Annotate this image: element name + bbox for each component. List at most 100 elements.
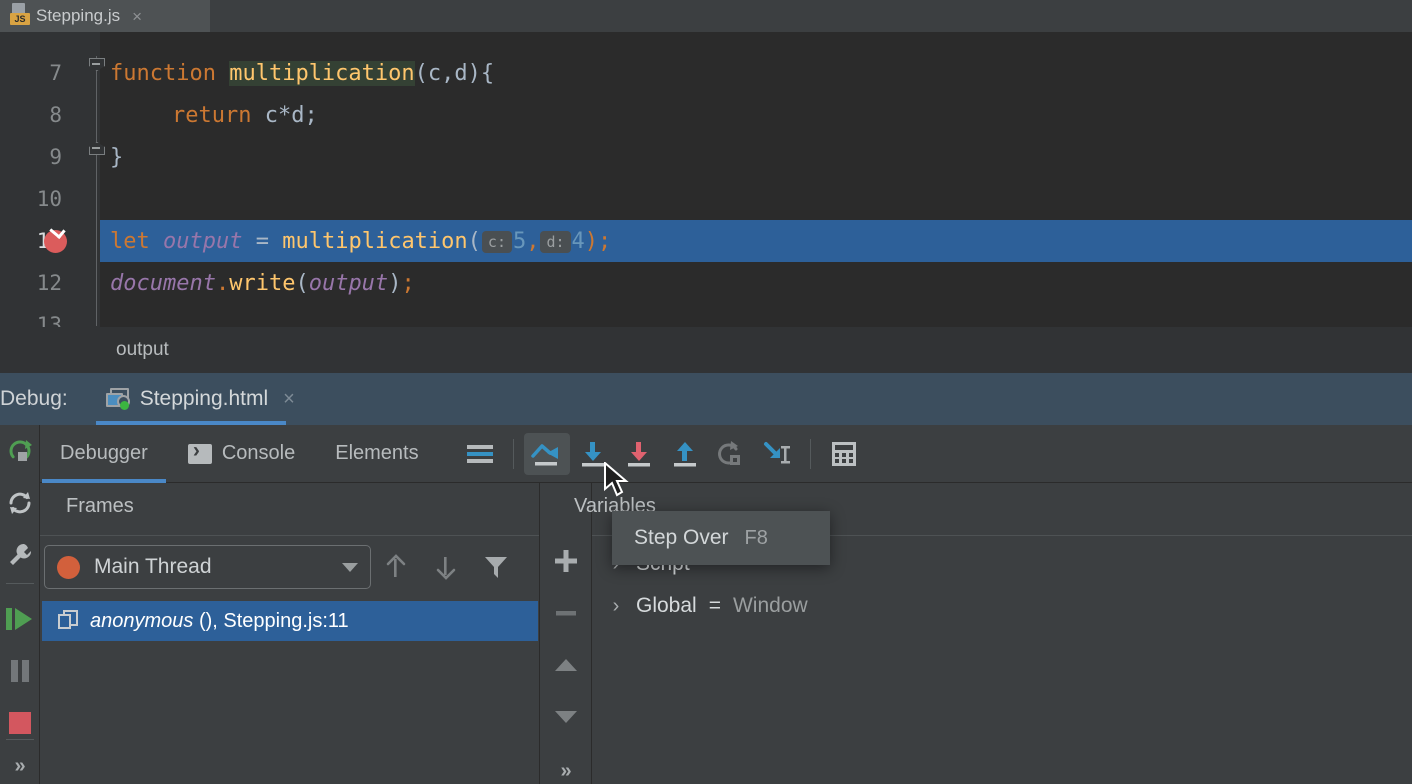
variable-value: Window	[733, 594, 808, 618]
code-arg-c: 5	[513, 229, 526, 254]
chevron-right-icon[interactable]: ›	[608, 595, 624, 618]
wrench-icon	[7, 542, 33, 568]
show-execution-point-button[interactable]	[457, 433, 503, 475]
minus-icon	[553, 600, 579, 626]
thread-status-icon	[57, 556, 80, 579]
tree-node-global[interactable]: › Global = Window	[592, 585, 1412, 627]
debug-session-tab-stepping-html[interactable]: Stepping.html ×	[90, 373, 311, 425]
remove-watch-button[interactable]	[540, 587, 592, 639]
close-icon[interactable]: ×	[283, 388, 295, 411]
thread-dropdown-value: Main Thread	[94, 555, 328, 579]
close-icon[interactable]: ×	[132, 8, 142, 25]
code-line-7: 7 function multiplication(c,d){	[0, 52, 1412, 94]
code-editor[interactable]: 7 function multiplication(c,d){ 8 return…	[0, 32, 1412, 327]
code-variable-output: output	[163, 229, 242, 254]
move-watch-down-button[interactable]	[540, 691, 592, 743]
code-paren-open: (	[295, 271, 308, 296]
step-over-icon	[530, 440, 564, 468]
frames-up-button[interactable]	[371, 545, 421, 589]
chevron-double-right-icon: »	[560, 760, 571, 783]
code-arg-d: 4	[572, 229, 585, 254]
code-line-9: 9 }	[0, 136, 1412, 178]
tooltip-step-over: Step Over F8	[612, 511, 830, 565]
run-to-cursor-button[interactable]	[754, 433, 800, 475]
debugger-tab-strip: Debugger Console Elements	[40, 425, 1412, 483]
frames-down-button[interactable]	[421, 545, 471, 589]
code-method-write: write	[229, 271, 295, 296]
drop-frame-button[interactable]	[708, 433, 754, 475]
settings-button[interactable]	[0, 529, 40, 581]
rerun-failed-button[interactable]	[0, 477, 40, 529]
code-line-10: 10	[0, 178, 1412, 220]
frame-function-name: anonymous	[90, 610, 193, 632]
frame-stack-icon	[58, 610, 80, 632]
variables-side-toolbar: »	[540, 483, 592, 784]
code-brace-close: }	[110, 145, 123, 170]
line-number: 7	[0, 61, 62, 85]
editor-tab-stepping-js[interactable]: JS Stepping.js ×	[0, 0, 210, 32]
step-over-button[interactable]	[524, 433, 570, 475]
tab-elements[interactable]: Elements	[315, 425, 438, 483]
filter-icon	[483, 554, 509, 580]
param-hint-d: d:	[540, 231, 570, 253]
variable-name: Global	[636, 594, 697, 618]
frames-panel-title: Frames	[66, 495, 134, 518]
line-number: 8	[0, 103, 62, 127]
tab-debugger[interactable]: Debugger	[40, 425, 168, 483]
pause-icon	[8, 658, 32, 684]
toolbar-divider	[810, 439, 811, 469]
lines-icon	[466, 442, 494, 466]
debug-window-label: Debug:	[0, 387, 68, 411]
rerun-button[interactable]	[0, 425, 40, 477]
table-row[interactable]: anonymous (), Stepping.js:11	[42, 601, 538, 641]
code-object-document: document	[110, 271, 216, 296]
debug-session-tab-label: Stepping.html	[140, 387, 268, 411]
tab-elements-label: Elements	[335, 442, 418, 465]
variables-more-button[interactable]: »	[540, 745, 592, 784]
drop-frame-icon	[716, 440, 746, 468]
tab-console[interactable]: Console	[168, 425, 315, 483]
triangle-up-icon	[553, 655, 579, 675]
stop-icon	[8, 711, 32, 735]
variable-equals: =	[709, 594, 721, 618]
refresh-icon	[7, 490, 33, 516]
code-function-name: multiplication	[229, 61, 414, 86]
step-out-button[interactable]	[662, 433, 708, 475]
fold-marker-close-icon[interactable]	[89, 142, 105, 158]
evaluate-expression-button[interactable]	[821, 433, 867, 475]
code-paren-close: )	[388, 271, 401, 296]
code-paren-open: (	[468, 229, 481, 254]
html-page-icon	[106, 388, 131, 410]
chevron-down-icon	[342, 563, 358, 572]
code-arg-output: output	[309, 271, 388, 296]
code-return-expr: c*d;	[251, 103, 317, 128]
line-number: 10	[0, 187, 62, 211]
thread-selector-row: Main Thread	[40, 536, 540, 598]
tooltip-shortcut: F8	[745, 527, 768, 550]
plus-icon	[553, 548, 579, 574]
step-into-button[interactable]	[570, 433, 616, 475]
line-number: 12	[0, 271, 62, 295]
frames-filter-button[interactable]	[471, 545, 521, 589]
frame-location: (), Stepping.js:11	[193, 610, 348, 632]
step-into-icon	[578, 440, 608, 468]
more-options-button[interactable]: »	[0, 740, 40, 784]
breakpoint-verified-icon[interactable]	[44, 230, 67, 253]
thread-dropdown[interactable]: Main Thread	[44, 545, 371, 589]
code-params: (c,d){	[415, 61, 494, 86]
resume-button[interactable]	[0, 593, 40, 645]
chevron-double-right-icon: »	[14, 755, 25, 778]
arrow-up-icon	[385, 554, 407, 580]
breadcrumb[interactable]: output	[0, 327, 1412, 373]
editor-tab-label: Stepping.js	[36, 6, 120, 26]
move-watch-up-button[interactable]	[540, 639, 592, 691]
code-paren-close: );	[585, 229, 612, 254]
run-to-cursor-icon	[760, 440, 794, 468]
pause-button[interactable]	[0, 645, 40, 697]
fold-marker-open-icon[interactable]	[89, 58, 105, 74]
code-semicolon: ;	[401, 271, 414, 296]
add-watch-button[interactable]	[540, 535, 592, 587]
force-step-into-button[interactable]	[616, 433, 662, 475]
debug-tool-window-header: Debug: Stepping.html ×	[0, 373, 1412, 425]
breadcrumb-item-output[interactable]: output	[116, 339, 169, 361]
